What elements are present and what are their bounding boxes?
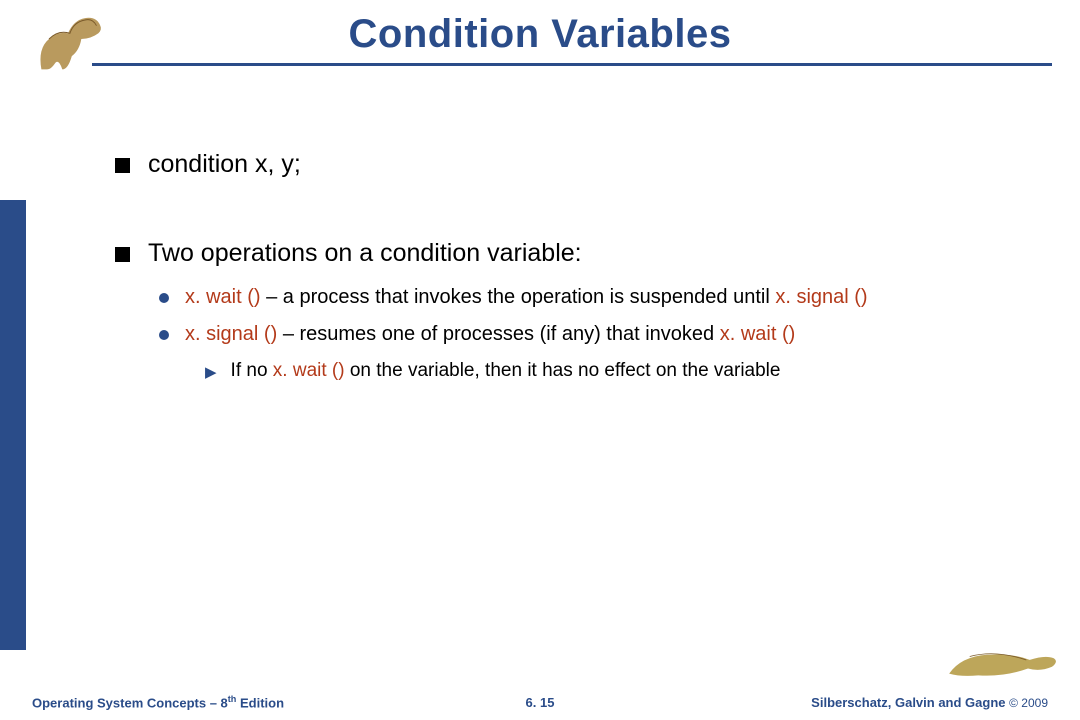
- code-xsignal: x. signal (): [775, 286, 867, 308]
- dot-bullet-icon: [159, 293, 169, 303]
- dinosaur-prone-icon: [944, 629, 1064, 684]
- content-area: condition x, y; Two operations on a cond…: [115, 150, 1045, 382]
- square-bullet-icon: [115, 247, 130, 262]
- code-xwait: x. wait (): [185, 286, 266, 308]
- title-underline: [92, 63, 1052, 66]
- arrow-bullet-icon: ▶: [205, 363, 217, 381]
- authors: Silberschatz, Galvin and Gagne: [811, 695, 1009, 710]
- code-xwait: x. wait (): [273, 360, 350, 381]
- slide: Condition Variables condition x, y; Two …: [0, 0, 1080, 720]
- text-fragment: – a process that invokes the operation i…: [266, 286, 775, 308]
- code-xwait: x. wait (): [720, 323, 796, 345]
- subbullet-xsignal: x. signal () – resumes one of processes …: [159, 323, 1045, 346]
- subsubbullet-text: If no x. wait () on the variable, then i…: [231, 360, 781, 382]
- dot-bullet-icon: [159, 330, 169, 340]
- subbullet-text: x. wait () – a process that invokes the …: [185, 286, 868, 309]
- code-xsignal: x. signal (): [185, 323, 283, 345]
- side-accent-bar: [0, 200, 26, 650]
- bullet-condition-decl: condition x, y;: [115, 150, 1045, 179]
- footer-right: Silberschatz, Galvin and Gagne © 2009: [811, 695, 1048, 710]
- square-bullet-icon: [115, 158, 130, 173]
- title-area: Condition Variables: [0, 12, 1080, 66]
- copyright: © 2009: [1009, 696, 1048, 710]
- subsubbullet-no-effect: ▶ If no x. wait () on the variable, then…: [205, 360, 1045, 382]
- bullet-text: condition x, y;: [148, 150, 301, 179]
- bullet-two-ops: Two operations on a condition variable:: [115, 239, 1045, 268]
- footer: Operating System Concepts – 8th Edition …: [0, 692, 1080, 712]
- text-fragment: If no: [231, 360, 273, 381]
- bullet-text: Two operations on a condition variable:: [148, 239, 582, 268]
- subbullet-text: x. signal () – resumes one of processes …: [185, 323, 795, 346]
- text-fragment: – resumes one of processes (if any) that…: [283, 323, 720, 345]
- subbullet-xwait: x. wait () – a process that invokes the …: [159, 286, 1045, 309]
- text-fragment: on the variable, then it has no effect o…: [350, 360, 781, 381]
- slide-title: Condition Variables: [0, 12, 1080, 57]
- slide-number: 6. 15: [526, 695, 555, 710]
